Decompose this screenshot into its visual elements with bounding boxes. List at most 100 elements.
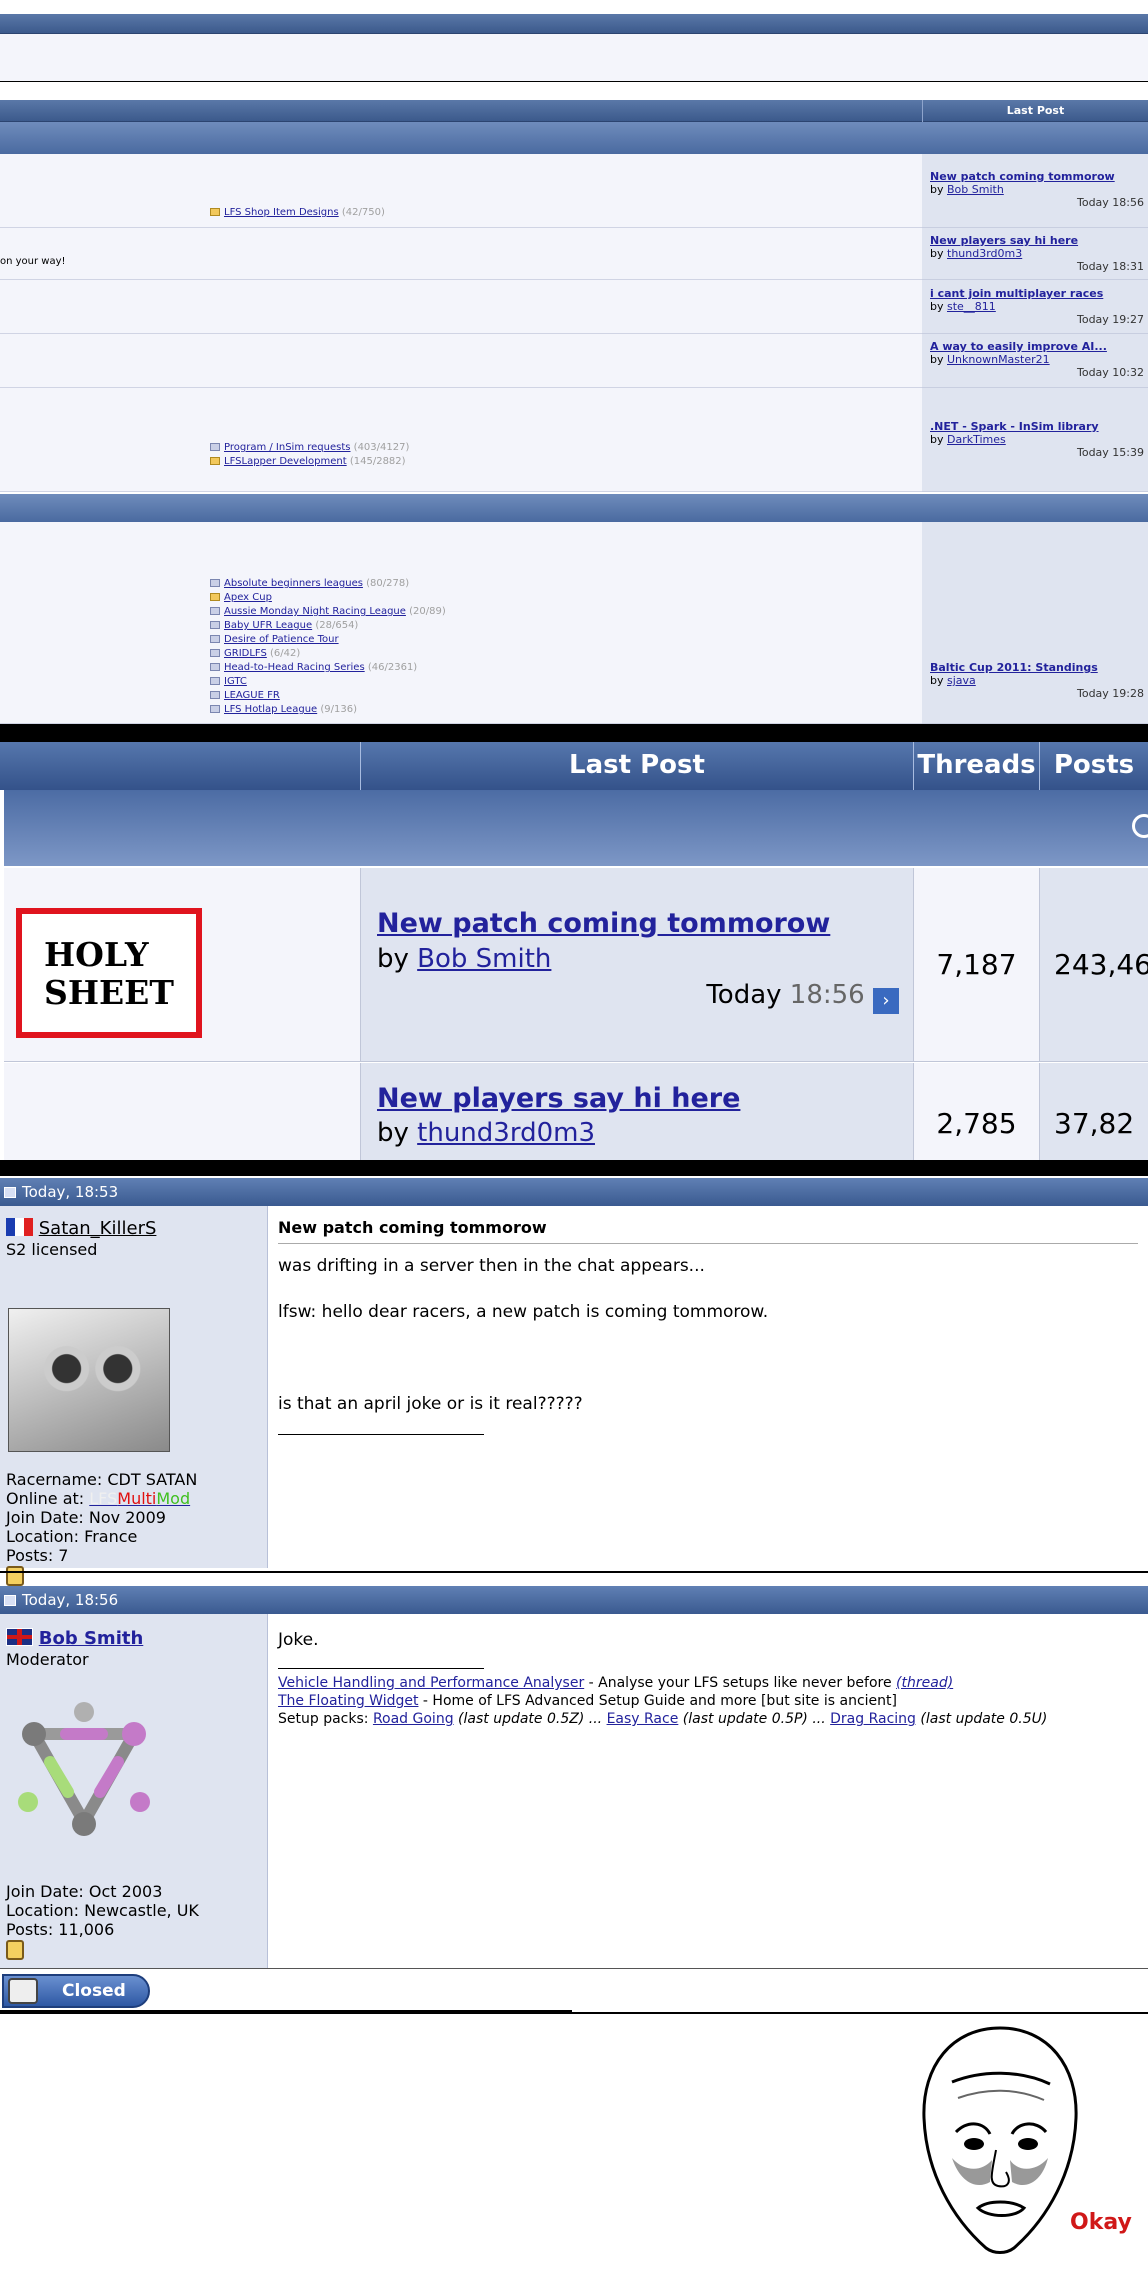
signature-link[interactable]: Drag Racing (830, 1711, 916, 1727)
expand-icon[interactable] (1132, 814, 1148, 838)
forum-icon (210, 635, 220, 643)
last-post-title[interactable]: i cant join multiplayer races (930, 287, 1144, 300)
subforum-name[interactable]: GRIDLFS (224, 648, 267, 659)
subforum-link[interactable]: Baby UFR League (28/654) (210, 619, 358, 633)
subforum-link[interactable]: GRIDLFS (6/42) (210, 647, 300, 661)
signature-link[interactable]: Easy Race (607, 1711, 679, 1727)
user-title: S2 licensed (6, 1240, 98, 1259)
subforum-link[interactable]: Apex Cup (210, 591, 272, 605)
forum-icon (210, 607, 220, 615)
forum-icon (210, 705, 220, 713)
go-to-last-post-icon[interactable]: › (873, 988, 899, 1014)
subforum-count: (46/2361) (367, 662, 418, 673)
column-header-bar: Last Post (0, 100, 1148, 122)
subforum-link[interactable]: Aussie Monday Night Racing League (20/89… (210, 605, 446, 619)
subforum-count: (6/42) (270, 648, 301, 659)
last-post-title[interactable]: New patch coming tommorow (930, 170, 1144, 183)
signature-link[interactable]: Vehicle Handling and Performance Analyse… (278, 1675, 584, 1691)
last-post-time: Today 19:28 (1076, 687, 1144, 700)
forum-row[interactable] (0, 154, 922, 228)
threads-header: Threads (913, 742, 1039, 790)
post-separator (0, 1571, 1148, 1574)
posts-count: 37,82 (1039, 1063, 1148, 1162)
uk-flag-icon (6, 1628, 33, 1646)
meme-panel: Okay (0, 2014, 1148, 2276)
subforum-count: (42/750) (341, 207, 385, 218)
subforum-name[interactable]: Program / InSim requests (224, 442, 350, 453)
subforum-name[interactable]: LFS Hotlap League (224, 704, 317, 715)
subforum-name[interactable]: Baby UFR League (224, 620, 312, 631)
subforum-name[interactable]: Apex Cup (224, 592, 272, 603)
last-post-title[interactable]: New players say hi here (930, 234, 1144, 247)
subforum-name[interactable]: Head-to-Head Racing Series (224, 662, 365, 673)
forum-row[interactable] (0, 280, 922, 334)
subforum-link[interactable]: IGTC (210, 675, 247, 689)
post-count: Posts: 7 (6, 1546, 69, 1565)
signature-link[interactable]: The Floating Widget (278, 1693, 418, 1709)
signature-link[interactable]: (thread) (896, 1675, 953, 1691)
top-header-bar (0, 14, 1148, 34)
subforum-link[interactable]: LEAGUE FR (210, 689, 280, 703)
user-info-panel: Bob Smith Moderator Join Date: Oct 2003 … (0, 1614, 268, 1968)
closed-label: Closed (62, 1981, 126, 2001)
signature-text: (last update 0.5P) ... (678, 1711, 831, 1727)
forum-row[interactable] (0, 228, 922, 280)
subforum-count: (80/278) (366, 578, 410, 589)
post-date: Today, 18:53 (22, 1183, 119, 1201)
last-post-time: Today 15:39 (1076, 446, 1144, 459)
last-post-title[interactable]: Baltic Cup 2011: Standings (930, 661, 1144, 674)
last-post-user[interactable]: Bob Smith (947, 183, 1004, 196)
closed-thread-button[interactable]: Closed (2, 1974, 150, 2008)
last-post-title[interactable]: A way to easily improve AI... (930, 340, 1144, 353)
forum-description-fragment: on your way! (0, 256, 66, 267)
last-post-user[interactable]: sjava (947, 674, 976, 687)
forum-index-panel: Last Post LFS Shop Item Designs (42/750)… (0, 0, 1148, 724)
subforum-name[interactable]: LFSLapper Development (224, 456, 347, 467)
forum-row[interactable] (0, 522, 922, 724)
user-title: Moderator (6, 1650, 89, 1669)
subforum-name[interactable]: Absolute beginners leagues (224, 578, 363, 589)
subforum-link[interactable]: LFSLapper Development (145/2882) (210, 455, 406, 469)
subforum-count: (145/2882) (349, 456, 406, 467)
subforum-count: (403/4127) (353, 442, 410, 453)
okay-face-icon (922, 2026, 1078, 2254)
subforum-name[interactable]: IGTC (224, 676, 247, 687)
last-post-title[interactable]: New players say hi here (377, 1083, 740, 1114)
subforum-link[interactable]: LFS Shop Item Designs (42/750) (210, 206, 385, 220)
subforum-link[interactable]: Program / InSim requests (403/4127) (210, 441, 409, 455)
by-label: by (930, 353, 944, 366)
last-post-info: New patch coming tommorow by Bob Smith T… (930, 170, 1144, 209)
signature-link[interactable]: Road Going (373, 1711, 454, 1727)
subforum-link[interactable]: Absolute beginners leagues (80/278) (210, 577, 409, 591)
last-post-user[interactable]: thund3rd0m3 (417, 1118, 595, 1148)
signature-text: (last update 0.5Z) ... (453, 1711, 607, 1727)
online-link[interactable]: LFSMultiMod (89, 1489, 190, 1508)
subforum-link[interactable]: LFS Hotlap League (9/136) (210, 703, 357, 717)
last-post-title[interactable]: New patch coming tommorow (377, 908, 830, 939)
zoomed-panel: Last Post Threads Posts HOLY SHEET New p… (0, 742, 1148, 1162)
join-date: Join Date: Oct 2003 (6, 1882, 163, 1901)
threads-count: 7,187 (913, 868, 1039, 1062)
last-post-info: i cant join multiplayer races by ste__81… (930, 287, 1144, 326)
post-username[interactable]: Bob Smith (39, 1628, 144, 1649)
last-post-column-header: Last Post (922, 100, 1148, 122)
post-header: Today, 18:53 (0, 1178, 1148, 1206)
signature-text: - Home of LFS Advanced Setup Guide and m… (418, 1693, 897, 1709)
post-username[interactable]: Satan_KillerS (39, 1218, 157, 1239)
subforum-name[interactable]: Aussie Monday Night Racing League (224, 606, 406, 617)
last-post-user[interactable]: UnknownMaster21 (947, 353, 1050, 366)
subforum-link[interactable]: Head-to-Head Racing Series (46/2361) (210, 661, 417, 675)
last-post-title[interactable]: .NET - Spark - InSim library (930, 420, 1144, 433)
last-post-user[interactable]: thund3rd0m3 (947, 247, 1022, 260)
forum-row[interactable] (0, 388, 922, 492)
last-post-user[interactable]: Bob Smith (417, 944, 551, 974)
subforum-name[interactable]: LEAGUE FR (224, 690, 280, 701)
subforum-name[interactable]: Desire of Patience Tour (224, 634, 339, 645)
subforum-link[interactable]: Desire of Patience Tour (210, 633, 339, 647)
forum-row[interactable] (0, 334, 922, 388)
category-bar (0, 494, 1148, 522)
last-post-user[interactable]: ste__811 (947, 300, 996, 313)
last-post-user[interactable]: DarkTimes (947, 433, 1006, 446)
folder-icon (210, 457, 220, 465)
subforum-name[interactable]: LFS Shop Item Designs (224, 207, 339, 218)
